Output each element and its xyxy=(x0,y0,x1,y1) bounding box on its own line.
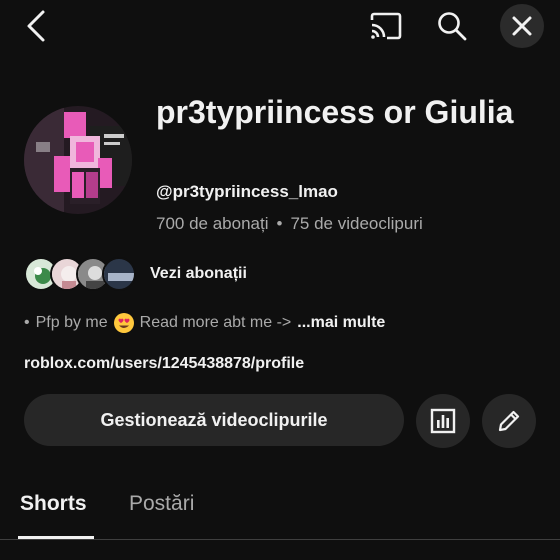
description-bullet: • xyxy=(24,314,30,331)
channel-name: pr3typriincess or Giulia xyxy=(156,94,514,130)
channel-handle: @pr3typriincess_lmao xyxy=(156,182,338,201)
analytics-icon xyxy=(430,408,456,434)
analytics-button[interactable] xyxy=(416,394,470,448)
channel-description[interactable]: • Pfp by me Read more abt me -> ...mai m… xyxy=(24,313,385,333)
more-link[interactable]: ...mai multe xyxy=(297,314,385,332)
edit-channel-button[interactable] xyxy=(482,394,536,448)
description-text-end: Read more abt me -> xyxy=(139,314,292,331)
view-subscriptions-link[interactable]: Vezi abonații xyxy=(150,265,247,283)
cast-icon[interactable] xyxy=(366,8,406,44)
stats-separator: • xyxy=(276,214,283,233)
avatar-image xyxy=(24,106,132,214)
close-icon[interactable] xyxy=(500,4,544,48)
tab-posts[interactable]: Postări xyxy=(129,492,194,516)
search-icon[interactable] xyxy=(432,6,472,46)
tabs-divider xyxy=(0,539,560,540)
back-icon[interactable] xyxy=(20,6,52,46)
channel-tabs: Shorts Postări xyxy=(0,486,560,546)
heart-eyes-emoji-icon xyxy=(113,313,134,333)
tab-shorts[interactable]: Shorts xyxy=(20,492,87,516)
manage-videos-button[interactable]: Gestionează videoclipurile xyxy=(24,394,404,446)
description-text-start: Pfp by me xyxy=(35,314,108,331)
channel-stats: 700 de abonați • 75 de videoclipuri xyxy=(156,214,423,234)
external-link[interactable]: roblox.com/users/1245438878/profile xyxy=(24,355,304,373)
pencil-icon xyxy=(498,410,520,432)
top-bar xyxy=(0,0,560,52)
video-count: 75 de videoclipuri xyxy=(290,214,423,233)
channel-avatar[interactable] xyxy=(24,106,132,214)
subscription-avatar xyxy=(102,257,136,291)
subscriptions-row[interactable]: Vezi abonații xyxy=(24,256,247,292)
subscriber-count: 700 de abonați xyxy=(156,214,269,233)
